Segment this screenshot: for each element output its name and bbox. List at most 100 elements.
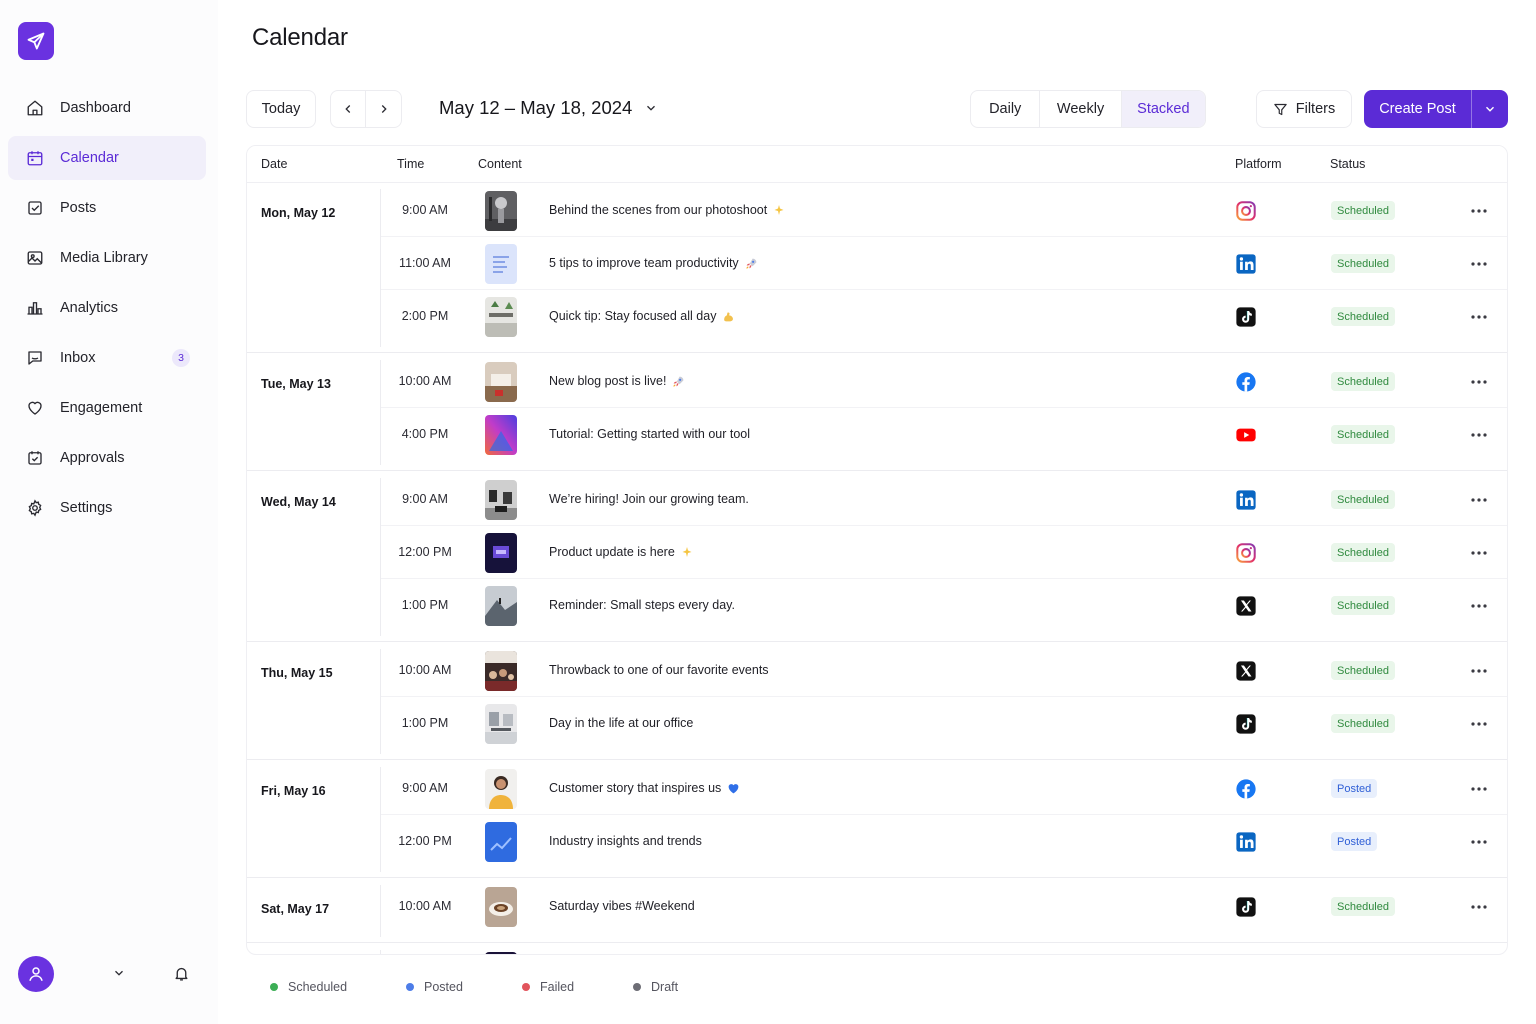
post-thumbnail[interactable]: [485, 244, 517, 284]
post-content[interactable]: Saturday vibes #Weekend: [549, 899, 695, 913]
post-thumbnail[interactable]: [485, 952, 517, 954]
tab-stacked[interactable]: Stacked: [1121, 91, 1205, 127]
table-row[interactable]: 10:00 AM New blog post is live! Scheduled: [247, 360, 1507, 408]
more-options-icon[interactable]: [1469, 663, 1489, 679]
post-thumbnail[interactable]: [485, 415, 517, 455]
more-options-icon[interactable]: [1469, 834, 1489, 850]
more-options-icon[interactable]: [1469, 545, 1489, 561]
post-thumbnail[interactable]: [485, 191, 517, 231]
paper-plane-icon[interactable]: [18, 22, 54, 60]
sidebar-item-media-library[interactable]: Media Library: [8, 236, 206, 280]
previous-week-button[interactable]: [330, 90, 366, 128]
legend-item-scheduled: Scheduled: [270, 980, 406, 994]
post-thumbnail[interactable]: [485, 887, 517, 927]
more-options-icon[interactable]: [1469, 716, 1489, 732]
date-range-picker[interactable]: May 12 – May 18, 2024: [439, 97, 658, 119]
post-thumbnail[interactable]: [485, 704, 517, 744]
table-row[interactable]: 11:00 AM 5 tips to improve team productiv…: [247, 242, 1507, 290]
more-options-icon[interactable]: [1469, 309, 1489, 325]
more-options-icon[interactable]: [1469, 427, 1489, 443]
sidebar-item-dashboard[interactable]: Dashboard: [8, 86, 206, 130]
post-content[interactable]: We’re hiring! Join our growing team.: [549, 492, 749, 506]
tab-daily[interactable]: Daily: [971, 91, 1041, 127]
post-content[interactable]: Reminder: Small steps every day.: [549, 598, 735, 612]
chevron-down-icon[interactable]: [110, 964, 128, 982]
table-row[interactable]: 9:00 AM Customer story that inspires us Po…: [247, 767, 1507, 815]
post-content[interactable]: Behind the scenes from our photoshoot: [549, 203, 785, 217]
post-content-text: Throwback to one of our favorite events: [549, 663, 769, 677]
filters-button[interactable]: Filters: [1256, 90, 1352, 128]
post-thumbnail[interactable]: [485, 769, 517, 809]
post-content[interactable]: Product update is here: [549, 545, 693, 559]
more-options-icon[interactable]: [1469, 492, 1489, 508]
post-content[interactable]: Quick tip: Stay focused all day: [549, 309, 735, 323]
day-group: Tue, May 13 10:00 AM New blog post is live…: [247, 354, 1507, 471]
table-row[interactable]: 9:00 AM Behind the scenes from our photos…: [247, 189, 1507, 237]
create-post-dropdown[interactable]: [1472, 90, 1508, 128]
post-content[interactable]: Throwback to one of our favorite events: [549, 663, 769, 677]
post-content-text: 5 tips to improve team productivity: [549, 256, 739, 270]
more-options-icon[interactable]: [1469, 256, 1489, 272]
day-group: Sat, May 17 10:00 AM Saturday vibes #Weeke…: [247, 879, 1507, 943]
row-separator: [381, 578, 1507, 579]
today-button[interactable]: Today: [246, 90, 316, 128]
legend-dot: [633, 983, 641, 991]
rocket-icon: [745, 257, 758, 270]
x-icon: [1235, 660, 1257, 682]
bell-icon[interactable]: [171, 963, 191, 983]
tab-weekly[interactable]: Weekly: [1040, 91, 1122, 127]
next-week-button[interactable]: [366, 90, 402, 128]
table-row[interactable]: 4:00 PM Tutorial: Getting started with ou…: [247, 413, 1507, 457]
post-thumbnail[interactable]: [485, 480, 517, 520]
post-thumbnail[interactable]: [485, 651, 517, 691]
sidebar-item-calendar[interactable]: Calendar: [8, 136, 206, 180]
table-row[interactable]: 9:00 AM We’re hiring! Join our growing te…: [247, 478, 1507, 526]
sidebar-item-inbox[interactable]: Inbox 3: [8, 336, 206, 380]
sidebar-item-label: Approvals: [60, 450, 125, 466]
more-options-icon[interactable]: [1469, 374, 1489, 390]
post-content-text: Quick tip: Stay focused all day: [549, 309, 717, 323]
table-row[interactable]: 1:00 PM Reminder: Small steps every day. S…: [247, 584, 1507, 628]
post-thumbnail[interactable]: [485, 362, 517, 402]
sidebar-item-engagement[interactable]: Engagement: [8, 386, 206, 430]
post-content[interactable]: Tutorial: Getting started with our tool: [549, 427, 750, 441]
post-time: 10:00 AM: [398, 374, 452, 388]
more-options-icon[interactable]: [1469, 598, 1489, 614]
sidebar-item-posts[interactable]: Posts: [8, 186, 206, 230]
status-badge: Scheduled: [1331, 254, 1395, 273]
post-thumbnail[interactable]: [485, 533, 517, 573]
table-row[interactable]: 6:00 PMWeekly recap + next week plansSch…: [247, 950, 1507, 954]
legend-item-draft: Draft: [633, 980, 678, 994]
post-content[interactable]: Industry insights and trends: [549, 834, 702, 848]
avatar[interactable]: [18, 956, 54, 992]
day-group: Wed, May 14 9:00 AM We’re hiring! Join our…: [247, 472, 1507, 642]
post-time: 2:00 PM: [401, 309, 449, 323]
post-content[interactable]: Day in the life at our office: [549, 716, 693, 730]
more-options-icon[interactable]: [1469, 781, 1489, 797]
post-content[interactable]: 5 tips to improve team productivity: [549, 256, 758, 270]
sidebar-item-approvals[interactable]: Approvals: [8, 436, 206, 480]
post-thumbnail[interactable]: [485, 297, 517, 337]
more-options-icon[interactable]: [1469, 899, 1489, 915]
sidebar-item-label: Media Library: [60, 250, 148, 266]
post-content[interactable]: New blog post is live!: [549, 374, 685, 388]
sidebar-item-analytics[interactable]: Analytics: [8, 286, 206, 330]
sidebar-item-label: Engagement: [60, 400, 143, 416]
table-row[interactable]: 10:00 AM Saturday vibes #Weekend Scheduled: [247, 885, 1507, 929]
table-row[interactable]: 12:00 PM Industry insights and trends Post…: [247, 820, 1507, 864]
table-row[interactable]: 12:00 PM Product update is here Scheduled: [247, 531, 1507, 579]
create-post-button[interactable]: Create Post: [1364, 90, 1472, 128]
sidebar-item-settings[interactable]: Settings: [8, 486, 206, 530]
post-content-text: Reminder: Small steps every day.: [549, 598, 735, 612]
post-content-text: Customer story that inspires us: [549, 781, 722, 795]
post-thumbnail[interactable]: [485, 586, 517, 626]
inbox-icon: [26, 349, 44, 367]
post-content[interactable]: Customer story that inspires us: [549, 781, 740, 795]
more-options-icon[interactable]: [1469, 203, 1489, 219]
table-row[interactable]: 2:00 PM Quick tip: Stay focused all day Sc…: [247, 295, 1507, 339]
legend-dot: [270, 983, 278, 991]
post-thumbnail[interactable]: [485, 822, 517, 862]
table-row[interactable]: 1:00 PM Day in the life at our office Sche…: [247, 702, 1507, 746]
table-row[interactable]: 10:00 AM Throwback to one of our favorite…: [247, 649, 1507, 697]
status-badge: Scheduled: [1331, 596, 1395, 615]
